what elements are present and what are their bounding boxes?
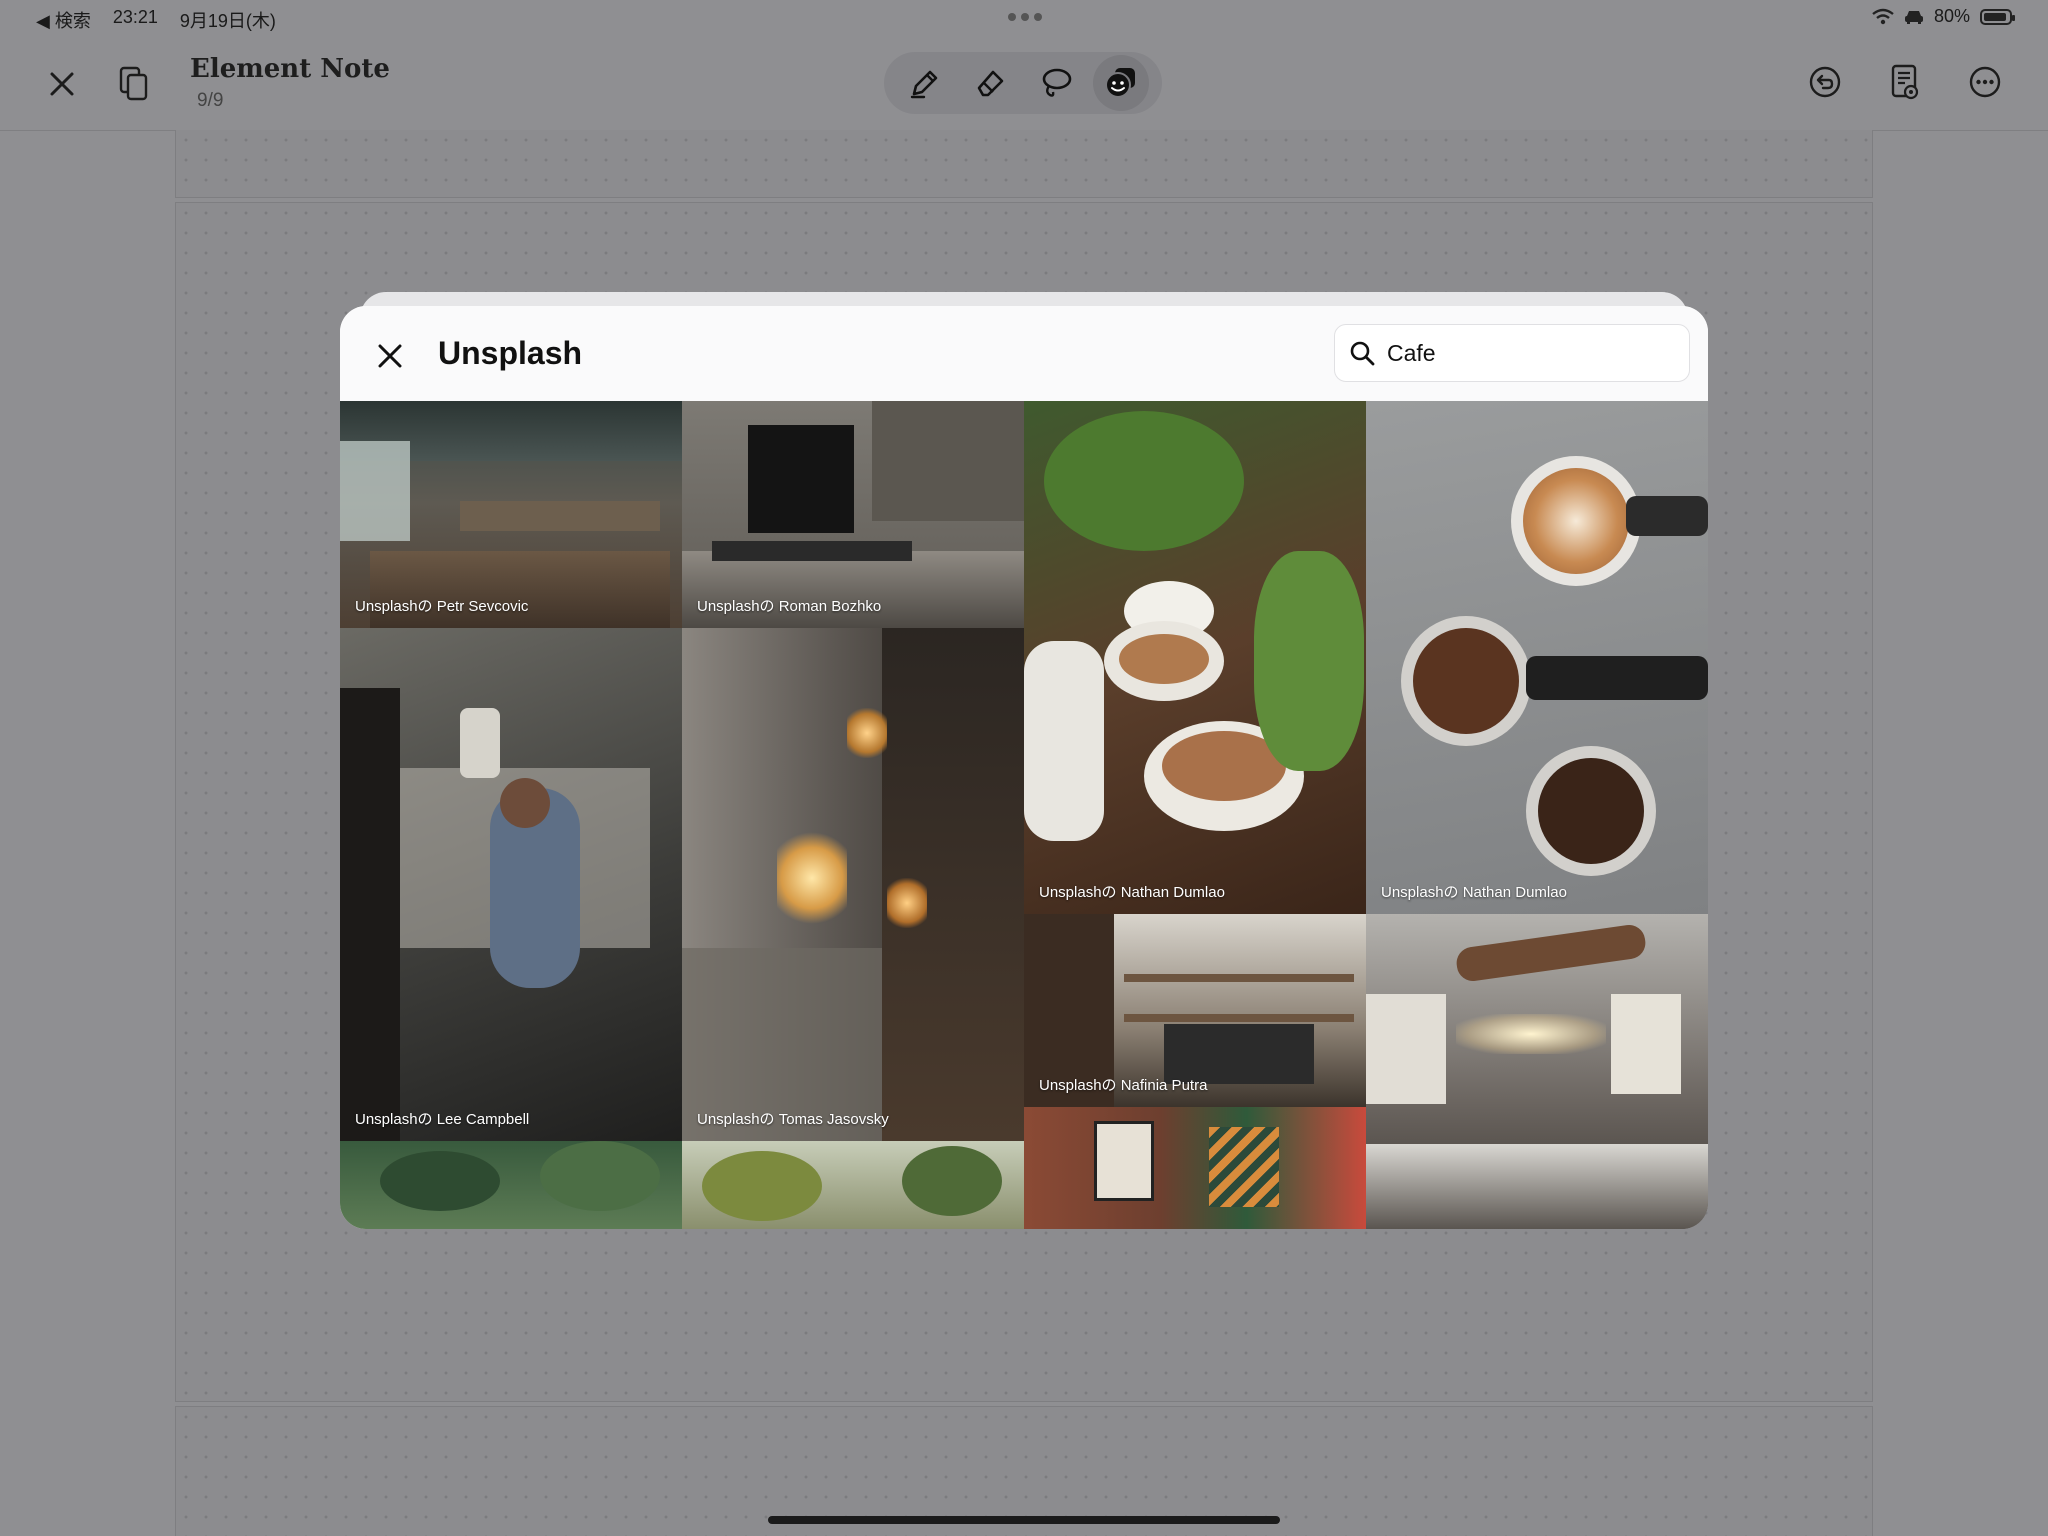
photo-tile[interactable]: Unsplashの Lee Campbell (340, 628, 682, 1141)
modal-header: Unsplash (340, 306, 1708, 401)
photo-tile[interactable] (1024, 1107, 1366, 1229)
photo-tile[interactable]: Unsplashの Nafinia Putra (1024, 914, 1366, 1107)
sticker-icon[interactable] (1093, 55, 1150, 111)
photo-credit: Unsplashの Petr Sevcovic (355, 598, 529, 615)
search-field[interactable] (1334, 324, 1690, 382)
photo-credit: Unsplashの Nathan Dumlao (1381, 884, 1567, 901)
photo-tile[interactable] (1366, 914, 1708, 1229)
home-indicator[interactable] (768, 1516, 1280, 1524)
eraser-icon[interactable] (962, 55, 1018, 111)
status-time: 23:21 (112, 7, 158, 27)
unsplash-modal: Unsplash Unsplashの Petr Sevcovic Unsplas… (340, 306, 1708, 1229)
battery-icon (1980, 8, 2015, 25)
photo-tile[interactable] (682, 1141, 1024, 1229)
pages-icon[interactable] (106, 56, 162, 112)
multitasking-dots-icon[interactable] (1008, 13, 1042, 21)
page-settings-icon[interactable] (1877, 54, 1933, 110)
search-input[interactable] (1385, 338, 1649, 368)
undo-icon[interactable] (1797, 54, 1853, 110)
status-date: 9月19日(木) (179, 11, 276, 31)
status-bar: ◀ 検索 23:21 9月19日(木) 80% (0, 0, 2048, 36)
more-options-icon[interactable] (1957, 54, 2013, 110)
close-icon[interactable] (370, 336, 410, 376)
page-indicator: 9/9 (197, 90, 224, 111)
search-icon (1350, 341, 1375, 366)
photo-tile[interactable]: Unsplashの Roman Bozhko (682, 401, 1024, 628)
photo-tile[interactable]: Unsplashの Nathan Dumlao (1024, 401, 1366, 914)
photo-credit: Unsplashの Roman Bozhko (697, 598, 882, 615)
previous-page (175, 130, 1873, 198)
photo-tile[interactable]: Unsplashの Tomas Jasovsky (682, 628, 1024, 1141)
modal-title: Unsplash (438, 335, 583, 371)
photo-tile[interactable]: Unsplashの Nathan Dumlao (1366, 401, 1708, 914)
top-toolbar: Element Note 9/9 (0, 36, 2048, 131)
car-icon (1904, 10, 1923, 24)
document-title: Element Note (190, 54, 390, 84)
wifi-icon (1872, 8, 1894, 24)
photo-tile[interactable] (340, 1141, 682, 1229)
battery-percentage: 80% (1933, 6, 1970, 26)
pen-icon[interactable] (897, 55, 953, 111)
photo-tile[interactable]: Unsplashの Petr Sevcovic (340, 401, 682, 628)
close-icon[interactable] (34, 56, 90, 112)
photo-credit: Unsplashの Tomas Jasovsky (697, 1111, 889, 1128)
photo-credit: Unsplashの Nafinia Putra (1039, 1077, 1208, 1094)
back-to-search-link[interactable]: ◀ 検索 (36, 7, 91, 33)
photo-credit: Unsplashの Nathan Dumlao (1039, 884, 1225, 901)
drawing-tool-group (884, 52, 1162, 114)
lasso-icon[interactable] (1028, 55, 1084, 111)
photo-credit: Unsplashの Lee Campbell (355, 1111, 530, 1128)
